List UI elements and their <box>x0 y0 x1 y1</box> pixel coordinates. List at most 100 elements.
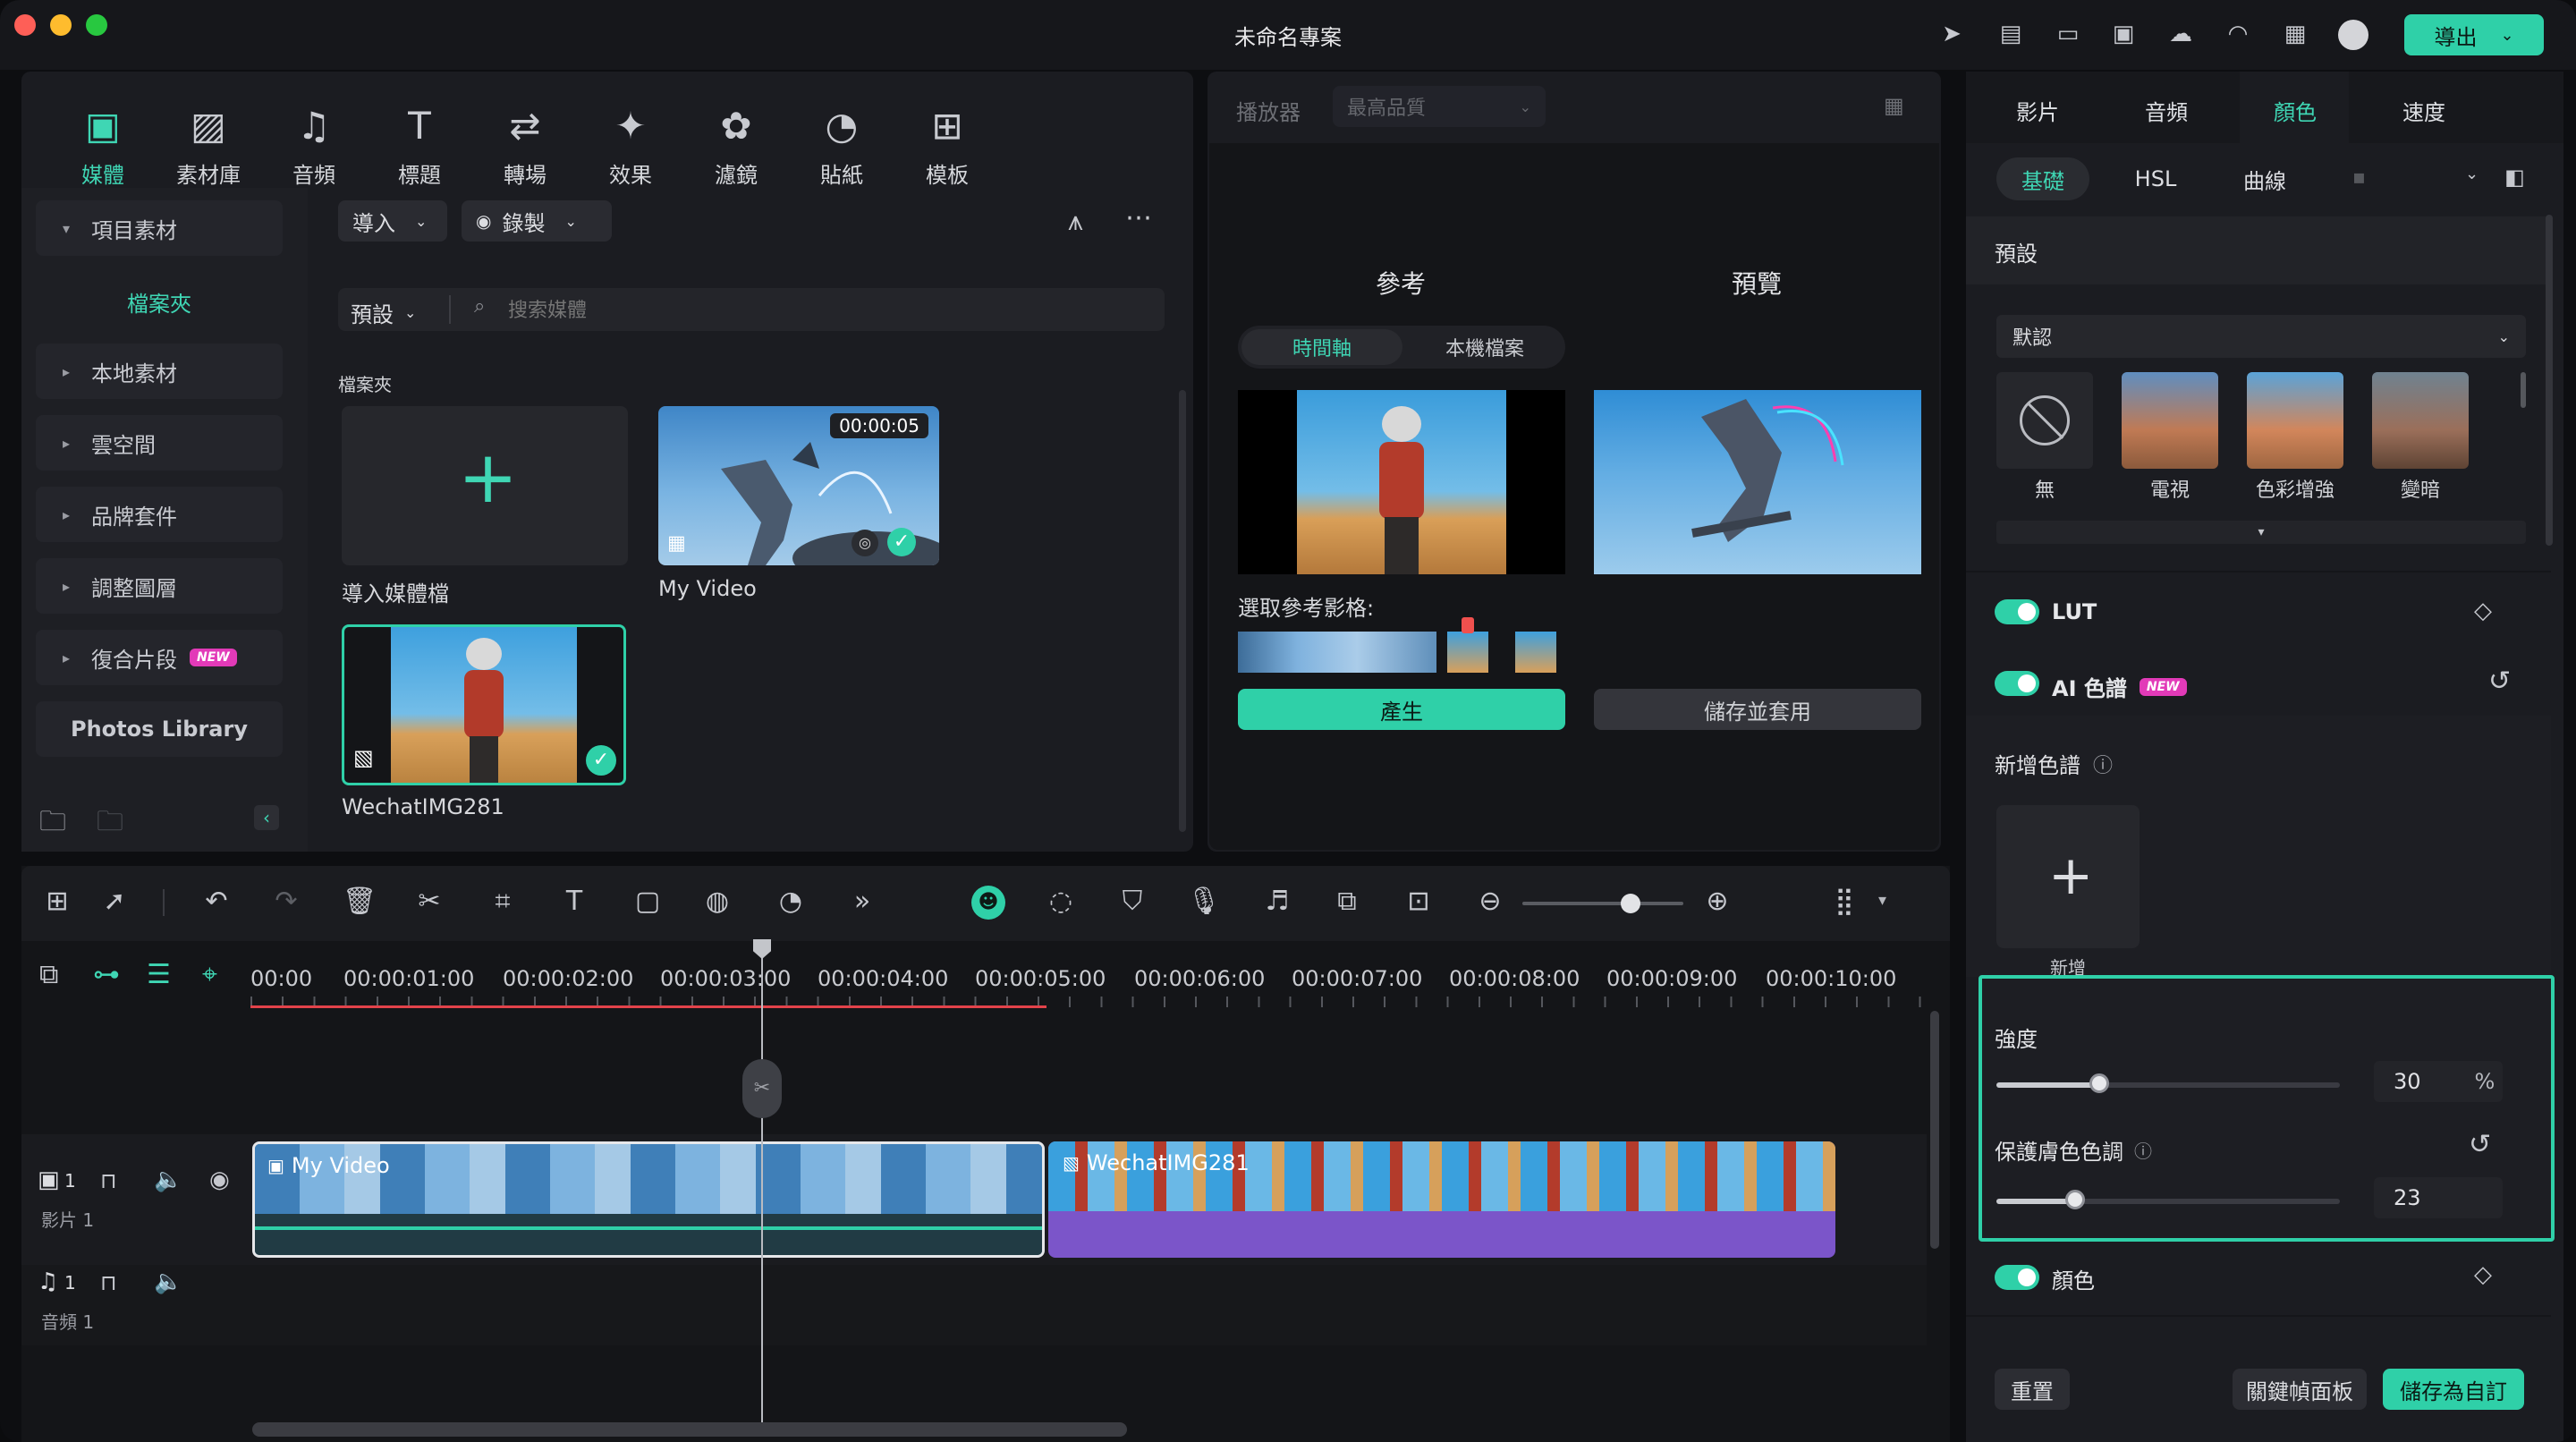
sidebar-item-cloud[interactable]: ▸ 雲空間 <box>36 415 283 471</box>
preset-dropdown[interactable]: 默認 ⌄ <box>1996 315 2526 358</box>
ai-assistant-icon[interactable]: ☻ <box>971 886 1005 920</box>
sidebar-item-local[interactable]: ▸ 本地素材 <box>36 344 283 399</box>
ai-palette-toggle[interactable] <box>1995 671 2039 696</box>
clip-my-video[interactable]: ▣ My Video <box>252 1141 1045 1258</box>
strength-slider[interactable] <box>1996 1073 2340 1109</box>
display-icon[interactable]: ▭ <box>2052 18 2084 50</box>
timeline-h-scrollbar[interactable] <box>252 1422 1127 1437</box>
tab-stickers[interactable]: ◔ 貼紙 <box>792 106 891 189</box>
lock-icon[interactable]: ⊓ <box>100 1270 117 1295</box>
chevron-down-icon[interactable]: ⌄ <box>2465 165 2479 183</box>
filter-icon[interactable]: ⩚ <box>1068 206 1083 237</box>
keyframe-diamond-icon[interactable]: ◇ <box>2474 598 2492 624</box>
headset-icon[interactable]: ◠ <box>2222 18 2254 50</box>
frame-strip-image[interactable] <box>1515 632 1556 673</box>
playhead-line[interactable] <box>761 939 763 1422</box>
snap-icon[interactable]: ⊡ <box>1401 884 1436 920</box>
preset-color-enhance[interactable] <box>2247 372 2343 469</box>
preset-none[interactable] <box>1996 372 2093 469</box>
zoom-slider-knob[interactable] <box>1621 894 1640 913</box>
pip-icon[interactable]: ⧉ <box>1329 884 1365 920</box>
reset-button[interactable]: 重置 <box>1995 1369 2070 1410</box>
segment-timeline[interactable]: 時間軸 <box>1241 329 1402 365</box>
zoom-slider-track[interactable] <box>1522 902 1683 905</box>
add-palette-button[interactable]: + <box>1996 805 2140 948</box>
marker-icon[interactable]: ⛉ <box>1114 884 1150 920</box>
speed-icon[interactable]: ◔ <box>773 884 809 920</box>
project-settings-icon[interactable]: ▤ <box>1995 18 2027 50</box>
color-toggle[interactable] <box>1995 1265 2039 1290</box>
subtab-hsl[interactable]: HSL <box>2109 157 2202 200</box>
ai-scan-icon[interactable]: ◎ <box>852 530 878 556</box>
tab-stock-media[interactable]: ▨ 素材庫 <box>159 106 258 189</box>
reset-icon[interactable]: ↺ <box>2469 1129 2491 1160</box>
timeline-v-scrollbar[interactable] <box>1930 1011 1939 1249</box>
segment-local-file[interactable]: 本機檔案 <box>1404 329 1565 365</box>
text-tool-icon[interactable]: T <box>556 884 592 920</box>
keyframe-panel-button[interactable]: 關鍵幀面板 <box>2233 1369 2367 1410</box>
expand-presets-button[interactable]: ▾ <box>1996 521 2526 544</box>
skin-tone-value-field[interactable]: 23 <box>2374 1177 2503 1218</box>
track-layout-icon[interactable]: ⣿ <box>1826 884 1862 920</box>
layout-icon[interactable]: ▦ <box>1884 93 1904 118</box>
subtab-basic[interactable]: 基礎 <box>1996 157 2089 200</box>
help-icon[interactable]: ⓘ <box>2134 1137 2152 1163</box>
sidebar-item-compound-clip[interactable]: ▸ 復合片段 NEW <box>36 630 283 685</box>
color-match-icon[interactable]: ◍ <box>699 884 735 920</box>
track-manager-icon[interactable]: ☰ <box>147 959 171 990</box>
tab-titles[interactable]: T 標題 <box>370 106 469 189</box>
sidebar-item-project-media[interactable]: ▾ 項目素材 <box>36 200 283 256</box>
export-button[interactable]: 導出 ⌄ <box>2404 14 2544 55</box>
lock-icon[interactable]: ⊓ <box>100 1168 117 1193</box>
sidebar-item-photos-library[interactable]: Photos Library <box>36 701 283 757</box>
collapse-sidebar-button[interactable]: ‹ <box>254 805 279 830</box>
save-as-custom-button[interactable]: 儲存為自訂 <box>2383 1369 2524 1410</box>
frame-strip-video[interactable] <box>1238 632 1436 673</box>
redo-icon[interactable]: ↷ <box>268 884 304 920</box>
subtab-curves[interactable]: 曲線 <box>2218 157 2311 200</box>
volume-icon[interactable]: 🔈 <box>154 1166 182 1193</box>
media-item-my-video[interactable]: 00:00:05 ▦ ◎ ✓ <box>658 406 939 565</box>
grid-apps-icon[interactable]: ▦ <box>2279 18 2311 50</box>
reset-icon[interactable]: ↺ <box>2488 666 2511 697</box>
more-icon[interactable]: ⋯ <box>1125 202 1152 233</box>
frame-marker[interactable] <box>1462 617 1474 633</box>
avatar[interactable] <box>2338 20 2368 50</box>
shape-tool-icon[interactable]: ▢ <box>630 884 665 920</box>
split-scissors-icon[interactable]: ✂ <box>742 1059 782 1118</box>
crop-icon[interactable]: ⌗ <box>485 884 521 920</box>
tab-filters[interactable]: ✿ 濾鏡 <box>687 106 785 189</box>
clip-wechatimg281[interactable]: ▧ WechatIMG281 <box>1048 1141 1835 1258</box>
volume-icon[interactable]: 🔈 <box>154 1268 182 1295</box>
record-dropdown[interactable]: ◉ 錄製 ⌄ <box>462 200 612 242</box>
preset-darken[interactable] <box>2372 372 2469 469</box>
tab-video[interactable]: 影片 <box>1984 95 2091 126</box>
strength-value-field[interactable]: 30 % <box>2374 1061 2503 1102</box>
more-tools-icon[interactable]: » <box>844 884 880 920</box>
import-dropdown[interactable]: 導入 ⌄ <box>338 200 447 242</box>
tab-speed[interactable]: 速度 <box>2370 95 2478 126</box>
auto-ripple-icon[interactable]: ⌖ <box>202 959 217 990</box>
tab-effects[interactable]: ✦ 效果 <box>581 106 680 189</box>
tab-audio[interactable]: 音頻 <box>2113 95 2220 126</box>
media-scrollbar[interactable] <box>1179 390 1186 832</box>
slider-knob[interactable] <box>2089 1073 2109 1093</box>
import-media-card[interactable]: + <box>342 406 628 565</box>
skin-tone-slider[interactable] <box>1996 1190 2340 1226</box>
compare-view-icon[interactable]: ◧ <box>2504 165 2525 190</box>
audio-track-icon[interactable]: ♬ <box>1259 884 1295 920</box>
delete-icon[interactable]: 🗑 <box>342 884 377 920</box>
lut-toggle[interactable] <box>1995 599 2039 624</box>
preset-tv[interactable] <box>2122 372 2218 469</box>
tab-audio[interactable]: ♫ 音頻 <box>265 106 363 189</box>
property-scrollbar[interactable] <box>2546 215 2553 546</box>
save-icon[interactable]: ▣ <box>2107 18 2140 50</box>
scissors-icon[interactable]: ✂ <box>411 884 447 920</box>
sidebar-item-folder[interactable]: 檔案夾 <box>36 274 283 329</box>
media-item-wechatimg281[interactable]: ▧ ✓ <box>342 624 626 785</box>
save-and-apply-button[interactable]: 儲存並套用 <box>1594 689 1921 730</box>
preset-sort-dropdown[interactable]: 預設 ⌄ <box>351 297 416 328</box>
add-track-icon[interactable]: ⧉ <box>39 959 58 990</box>
quality-dropdown[interactable]: 最高品質 ⌄ <box>1333 86 1546 127</box>
chevron-down-icon[interactable]: ▾ <box>1878 891 1886 910</box>
